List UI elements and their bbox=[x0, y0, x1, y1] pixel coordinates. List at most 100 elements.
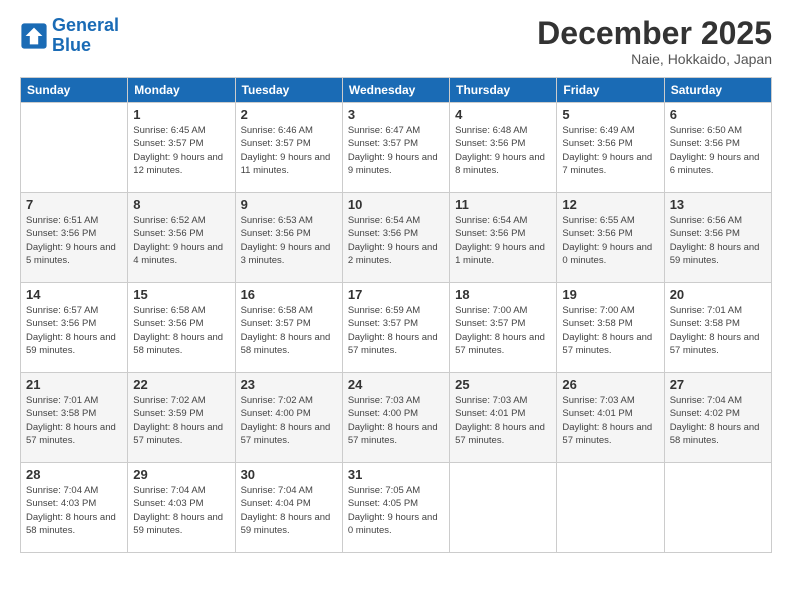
logo-text: General Blue bbox=[52, 16, 119, 56]
col-wednesday: Wednesday bbox=[342, 78, 449, 103]
day-number: 28 bbox=[26, 467, 122, 482]
day-info: Sunrise: 7:03 AMSunset: 4:00 PMDaylight:… bbox=[348, 394, 444, 447]
col-tuesday: Tuesday bbox=[235, 78, 342, 103]
calendar-cell: 21 Sunrise: 7:01 AMSunset: 3:58 PMDayligh… bbox=[21, 373, 128, 463]
day-number: 30 bbox=[241, 467, 337, 482]
day-number: 13 bbox=[670, 197, 766, 212]
day-number: 6 bbox=[670, 107, 766, 122]
calendar-week-row: 28 Sunrise: 7:04 AMSunset: 4:03 PMDayligh… bbox=[21, 463, 772, 553]
day-number: 27 bbox=[670, 377, 766, 392]
day-number: 15 bbox=[133, 287, 229, 302]
day-number: 17 bbox=[348, 287, 444, 302]
month-title: December 2025 bbox=[537, 16, 772, 51]
day-number: 2 bbox=[241, 107, 337, 122]
calendar-cell: 1 Sunrise: 6:45 AMSunset: 3:57 PMDaylight… bbox=[128, 103, 235, 193]
calendar-cell: 7 Sunrise: 6:51 AMSunset: 3:56 PMDaylight… bbox=[21, 193, 128, 283]
page-container: General Blue December 2025 Naie, Hokkaid… bbox=[0, 0, 792, 565]
day-number: 3 bbox=[348, 107, 444, 122]
day-number: 7 bbox=[26, 197, 122, 212]
day-number: 31 bbox=[348, 467, 444, 482]
calendar-body: 1 Sunrise: 6:45 AMSunset: 3:57 PMDaylight… bbox=[21, 103, 772, 553]
calendar-cell bbox=[557, 463, 664, 553]
day-info: Sunrise: 6:54 AMSunset: 3:56 PMDaylight:… bbox=[348, 214, 444, 267]
day-number: 12 bbox=[562, 197, 658, 212]
day-number: 21 bbox=[26, 377, 122, 392]
location-subtitle: Naie, Hokkaido, Japan bbox=[537, 51, 772, 67]
day-info: Sunrise: 6:56 AMSunset: 3:56 PMDaylight:… bbox=[670, 214, 766, 267]
header: General Blue December 2025 Naie, Hokkaid… bbox=[20, 16, 772, 67]
day-number: 24 bbox=[348, 377, 444, 392]
day-number: 8 bbox=[133, 197, 229, 212]
col-friday: Friday bbox=[557, 78, 664, 103]
day-number: 10 bbox=[348, 197, 444, 212]
calendar-cell: 29Sunrise: 7:04 AMSunset: 4:03 PMDayligh… bbox=[128, 463, 235, 553]
calendar-cell: 8 Sunrise: 6:52 AMSunset: 3:56 PMDaylight… bbox=[128, 193, 235, 283]
calendar-cell: 15 Sunrise: 6:58 AMSunset: 3:56 PMDayligh… bbox=[128, 283, 235, 373]
day-info: Sunrise: 7:04 AMSunset: 4:03 PMDaylight:… bbox=[133, 484, 229, 537]
day-info: Sunrise: 7:05 AMSunset: 4:05 PMDaylight:… bbox=[348, 484, 444, 537]
calendar-cell: 16Sunrise: 6:58 AMSunset: 3:57 PMDayligh… bbox=[235, 283, 342, 373]
calendar-cell: 25Sunrise: 7:03 AMSunset: 4:01 PMDayligh… bbox=[450, 373, 557, 463]
calendar-cell: 12 Sunrise: 6:55 AMSunset: 3:56 PMDayligh… bbox=[557, 193, 664, 283]
day-number: 1 bbox=[133, 107, 229, 122]
title-block: December 2025 Naie, Hokkaido, Japan bbox=[537, 16, 772, 67]
calendar-cell: 9Sunrise: 6:53 AMSunset: 3:56 PMDaylight… bbox=[235, 193, 342, 283]
calendar-week-row: 1 Sunrise: 6:45 AMSunset: 3:57 PMDaylight… bbox=[21, 103, 772, 193]
calendar-cell: 13 Sunrise: 6:56 AMSunset: 3:56 PMDayligh… bbox=[664, 193, 771, 283]
logo-icon bbox=[20, 22, 48, 50]
calendar-week-row: 7 Sunrise: 6:51 AMSunset: 3:56 PMDaylight… bbox=[21, 193, 772, 283]
logo-general: General bbox=[52, 15, 119, 35]
col-sunday: Sunday bbox=[21, 78, 128, 103]
day-info: Sunrise: 6:48 AMSunset: 3:56 PMDaylight:… bbox=[455, 124, 551, 177]
calendar-week-row: 21 Sunrise: 7:01 AMSunset: 3:58 PMDayligh… bbox=[21, 373, 772, 463]
calendar-cell bbox=[21, 103, 128, 193]
day-number: 5 bbox=[562, 107, 658, 122]
calendar-cell: 23 Sunrise: 7:02 AMSunset: 4:00 PMDayligh… bbox=[235, 373, 342, 463]
calendar-header-row: Sunday Monday Tuesday Wednesday Thursday… bbox=[21, 78, 772, 103]
day-info: Sunrise: 7:00 AMSunset: 3:58 PMDaylight:… bbox=[562, 304, 658, 357]
day-info: Sunrise: 6:46 AMSunset: 3:57 PMDaylight:… bbox=[241, 124, 337, 177]
day-info: Sunrise: 6:45 AMSunset: 3:57 PMDaylight:… bbox=[133, 124, 229, 177]
day-info: Sunrise: 7:01 AMSunset: 3:58 PMDaylight:… bbox=[670, 304, 766, 357]
day-info: Sunrise: 7:01 AMSunset: 3:58 PMDaylight:… bbox=[26, 394, 122, 447]
calendar-cell: 30 Sunrise: 7:04 AMSunset: 4:04 PMDayligh… bbox=[235, 463, 342, 553]
day-number: 26 bbox=[562, 377, 658, 392]
day-number: 20 bbox=[670, 287, 766, 302]
day-info: Sunrise: 6:50 AMSunset: 3:56 PMDaylight:… bbox=[670, 124, 766, 177]
day-info: Sunrise: 7:04 AMSunset: 4:03 PMDaylight:… bbox=[26, 484, 122, 537]
day-info: Sunrise: 7:02 AMSunset: 4:00 PMDaylight:… bbox=[241, 394, 337, 447]
col-monday: Monday bbox=[128, 78, 235, 103]
day-info: Sunrise: 7:03 AMSunset: 4:01 PMDaylight:… bbox=[455, 394, 551, 447]
calendar-table: Sunday Monday Tuesday Wednesday Thursday… bbox=[20, 77, 772, 553]
calendar-cell: 24 Sunrise: 7:03 AMSunset: 4:00 PMDayligh… bbox=[342, 373, 449, 463]
day-info: Sunrise: 6:58 AMSunset: 3:56 PMDaylight:… bbox=[133, 304, 229, 357]
day-info: Sunrise: 7:02 AMSunset: 3:59 PMDaylight:… bbox=[133, 394, 229, 447]
day-info: Sunrise: 6:55 AMSunset: 3:56 PMDaylight:… bbox=[562, 214, 658, 267]
day-info: Sunrise: 7:00 AMSunset: 3:57 PMDaylight:… bbox=[455, 304, 551, 357]
calendar-cell: 17Sunrise: 6:59 AMSunset: 3:57 PMDayligh… bbox=[342, 283, 449, 373]
calendar-week-row: 14 Sunrise: 6:57 AMSunset: 3:56 PMDayligh… bbox=[21, 283, 772, 373]
calendar-cell: 5Sunrise: 6:49 AMSunset: 3:56 PMDaylight… bbox=[557, 103, 664, 193]
calendar-cell: 3Sunrise: 6:47 AMSunset: 3:57 PMDaylight… bbox=[342, 103, 449, 193]
day-info: Sunrise: 6:58 AMSunset: 3:57 PMDaylight:… bbox=[241, 304, 337, 357]
calendar-cell: 11Sunrise: 6:54 AMSunset: 3:56 PMDayligh… bbox=[450, 193, 557, 283]
calendar-cell: 4 Sunrise: 6:48 AMSunset: 3:56 PMDaylight… bbox=[450, 103, 557, 193]
day-number: 23 bbox=[241, 377, 337, 392]
day-number: 4 bbox=[455, 107, 551, 122]
day-info: Sunrise: 6:52 AMSunset: 3:56 PMDaylight:… bbox=[133, 214, 229, 267]
day-number: 22 bbox=[133, 377, 229, 392]
day-info: Sunrise: 6:51 AMSunset: 3:56 PMDaylight:… bbox=[26, 214, 122, 267]
calendar-cell bbox=[450, 463, 557, 553]
col-thursday: Thursday bbox=[450, 78, 557, 103]
day-number: 14 bbox=[26, 287, 122, 302]
calendar-cell: 28 Sunrise: 7:04 AMSunset: 4:03 PMDayligh… bbox=[21, 463, 128, 553]
calendar-cell: 10 Sunrise: 6:54 AMSunset: 3:56 PMDayligh… bbox=[342, 193, 449, 283]
calendar-cell: 22 Sunrise: 7:02 AMSunset: 3:59 PMDayligh… bbox=[128, 373, 235, 463]
calendar-cell: 19Sunrise: 7:00 AMSunset: 3:58 PMDayligh… bbox=[557, 283, 664, 373]
day-info: Sunrise: 7:04 AMSunset: 4:04 PMDaylight:… bbox=[241, 484, 337, 537]
day-info: Sunrise: 7:04 AMSunset: 4:02 PMDaylight:… bbox=[670, 394, 766, 447]
day-info: Sunrise: 6:53 AMSunset: 3:56 PMDaylight:… bbox=[241, 214, 337, 267]
calendar-cell: 14 Sunrise: 6:57 AMSunset: 3:56 PMDayligh… bbox=[21, 283, 128, 373]
day-info: Sunrise: 6:57 AMSunset: 3:56 PMDaylight:… bbox=[26, 304, 122, 357]
logo: General Blue bbox=[20, 16, 119, 56]
